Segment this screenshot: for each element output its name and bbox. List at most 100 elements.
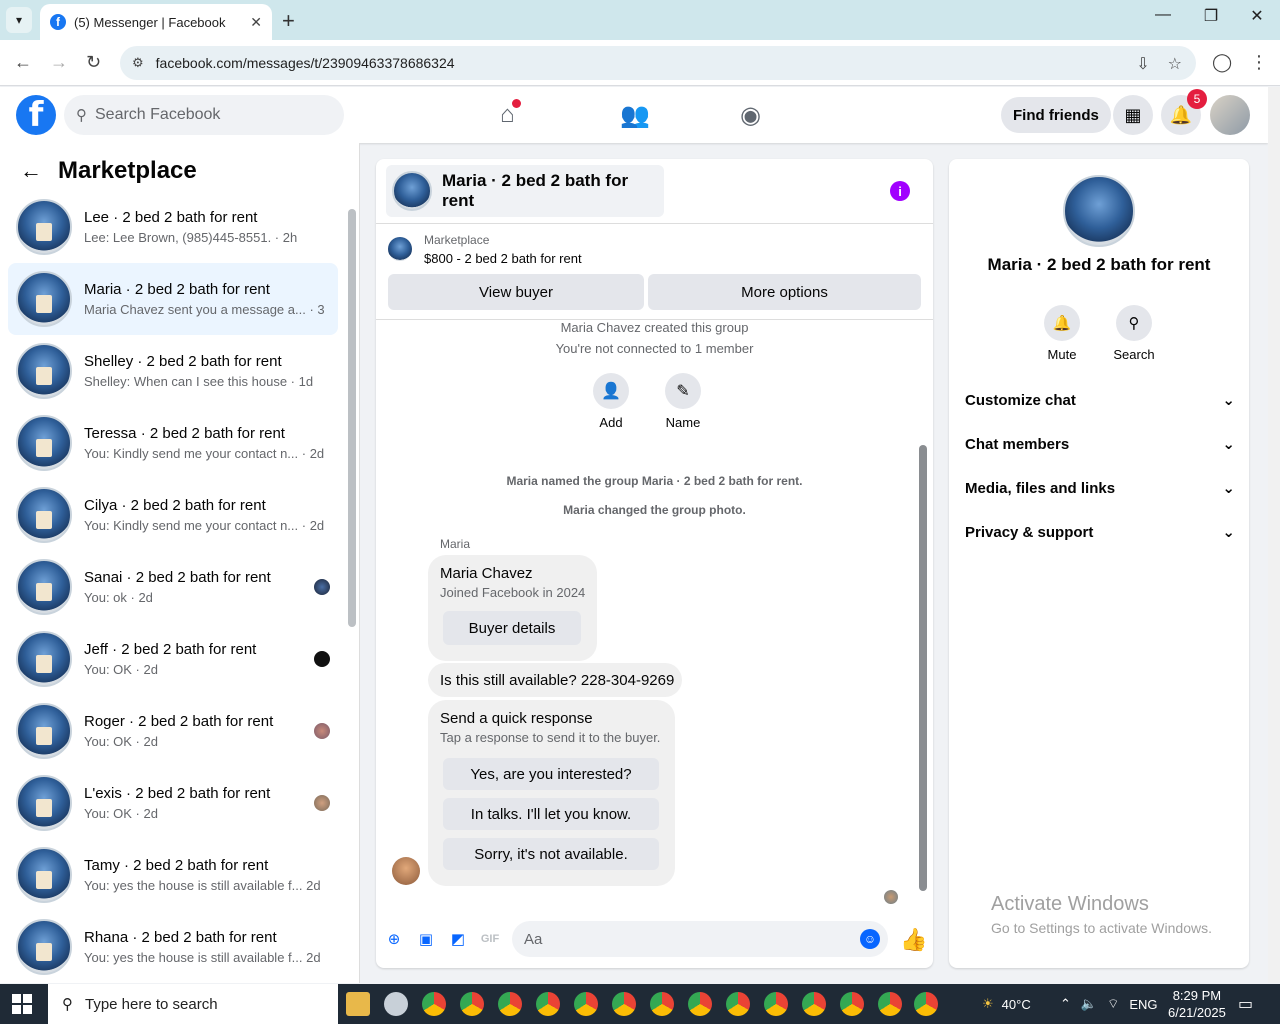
quick-response-in-talks-button[interactable]: In talks. I'll let you know.: [443, 798, 659, 830]
buyer-joined: Joined Facebook in 2024: [440, 585, 586, 600]
page-scrollbar[interactable]: [1268, 87, 1280, 983]
chat-scrollbar[interactable]: [919, 445, 927, 891]
activate-subtitle: Go to Settings to activate Windows.: [991, 920, 1212, 936]
notification-center-icon[interactable]: ▭: [1238, 984, 1253, 1024]
sticker-icon[interactable]: ◩: [448, 929, 468, 949]
conversation-item[interactable]: Teressa · 2 bed 2 bath for rent You: Kind…: [8, 407, 338, 479]
marketplace-listing-row[interactable]: Marketplace $800 - 2 bed 2 bath for rent: [388, 233, 582, 266]
add-member-action[interactable]: 👤 Add: [581, 373, 641, 430]
speaker-icon[interactable]: 🔈: [1081, 996, 1097, 1012]
chrome-icon[interactable]: [422, 992, 446, 1016]
chrome-icon[interactable]: [574, 992, 598, 1016]
bookmark-star-icon[interactable]: ☆: [1168, 54, 1182, 74]
conversation-item[interactable]: Lee · 2 bed 2 bath for rent Lee: Lee Brow…: [8, 191, 338, 263]
reload-icon[interactable]: ↻: [86, 52, 101, 73]
friends-nav-icon[interactable]: 👥: [620, 101, 650, 130]
close-window-button[interactable]: ✕: [1234, 6, 1280, 26]
conversation-item[interactable]: Shelley · 2 bed 2 bath for rent Shelley: …: [8, 335, 338, 407]
chat-list-scrollbar[interactable]: [348, 209, 356, 627]
info-icon[interactable]: i: [890, 181, 910, 201]
plus-icon[interactable]: ⊕: [384, 929, 404, 949]
media-files-links-row[interactable]: Media, files and links ⌄: [965, 479, 1235, 498]
file-explorer-icon[interactable]: [346, 992, 370, 1016]
weather-widget[interactable]: ☀ 40°C: [982, 984, 1031, 1024]
chrome-icon[interactable]: [612, 992, 636, 1016]
search-action[interactable]: ⚲ Search: [1104, 305, 1164, 362]
conversation-item[interactable]: Roger · 2 bed 2 bath for rent You: OK · 2…: [8, 695, 338, 767]
more-options-button[interactable]: More options: [648, 274, 921, 310]
thumbs-up-icon[interactable]: 👍: [900, 927, 927, 953]
groups-nav-icon[interactable]: ◉: [740, 101, 761, 130]
minimize-button[interactable]: —: [1140, 6, 1186, 24]
chat-members-row[interactable]: Chat members ⌄: [965, 435, 1235, 454]
app-icon[interactable]: [384, 992, 408, 1016]
chevron-down-icon: ⌄: [1222, 524, 1235, 541]
chrome-icon[interactable]: [764, 992, 788, 1016]
notifications-bell-icon[interactable]: 🔔 5: [1161, 89, 1207, 135]
chrome-icon[interactable]: [536, 992, 560, 1016]
chrome-icon[interactable]: [914, 992, 938, 1016]
restore-button[interactable]: ❐: [1188, 6, 1234, 26]
mute-action[interactable]: 🔔 Mute: [1032, 305, 1092, 362]
chrome-menu-icon[interactable]: ⋮: [1250, 52, 1268, 73]
tab-search-dropdown[interactable]: ▾: [6, 7, 32, 33]
chrome-icon[interactable]: [878, 992, 902, 1016]
browser-tab[interactable]: f (5) Messenger | Facebook ✕: [40, 4, 272, 40]
message-input[interactable]: Aa: [512, 921, 888, 957]
chrome-icon[interactable]: [840, 992, 864, 1016]
view-buyer-button[interactable]: View buyer: [388, 274, 644, 310]
conversation-item[interactable]: Rhana · 2 bed 2 bath for rent You: yes th…: [8, 911, 338, 983]
facebook-logo[interactable]: f: [16, 95, 56, 135]
menu-grid-icon[interactable]: ▦: [1113, 95, 1153, 135]
listing-thumbnail: [16, 343, 72, 399]
taskbar-search-input[interactable]: ⚲ Type here to search: [48, 984, 338, 1024]
group-name: Maria · 2 bed 2 bath for rent: [987, 255, 1211, 274]
conversation-name: Roger · 2 bed 2 bath for rent: [84, 713, 274, 730]
profile-icon[interactable]: ◯: [1212, 52, 1232, 73]
conversation-item[interactable]: Jeff · 2 bed 2 bath for rent You: OK · 2d: [8, 623, 338, 695]
site-info-icon[interactable]: ⚙: [132, 55, 144, 71]
chrome-icon[interactable]: [688, 992, 712, 1016]
chrome-icon[interactable]: [650, 992, 674, 1016]
find-friends-button[interactable]: Find friends: [1001, 97, 1111, 133]
listing-thumbnail: [388, 237, 412, 261]
rename-group-action[interactable]: ✎ Name: [653, 373, 713, 430]
quick-response-not-available-button[interactable]: Sorry, it's not available.: [443, 838, 659, 870]
emoji-icon[interactable]: ☺: [860, 929, 880, 949]
tab-close-icon[interactable]: ✕: [250, 14, 262, 31]
chevron-up-icon[interactable]: ⌃: [1060, 996, 1071, 1012]
clock[interactable]: 8:29 PM 6/21/2025: [1168, 984, 1226, 1024]
back-icon[interactable]: ←: [14, 52, 32, 73]
conversation-item[interactable]: Tamy · 2 bed 2 bath for rent You: yes the…: [8, 839, 338, 911]
chrome-icon[interactable]: [498, 992, 522, 1016]
account-avatar[interactable]: [1210, 95, 1250, 135]
chrome-icon[interactable]: [460, 992, 484, 1016]
install-app-icon[interactable]: ⇩: [1136, 54, 1149, 74]
privacy-support-row[interactable]: Privacy & support ⌄: [965, 523, 1235, 542]
quick-response-yes-button[interactable]: Yes, are you interested?: [443, 758, 659, 790]
omnibox[interactable]: ⚙ facebook.com/messages/t/23909463378686…: [120, 46, 1196, 80]
forward-icon[interactable]: →: [50, 52, 68, 73]
photo-icon[interactable]: ▣: [416, 929, 436, 949]
chrome-icon[interactable]: [726, 992, 750, 1016]
windows-start-icon[interactable]: [12, 994, 32, 1014]
conversation-item[interactable]: Sanai · 2 bed 2 bath for rent You: ok · 2…: [8, 551, 338, 623]
gif-icon[interactable]: GIF: [480, 929, 500, 949]
home-nav-icon[interactable]: ⌂: [500, 99, 521, 129]
conversation-item[interactable]: L'exis · 2 bed 2 bath for rent You: OK · …: [8, 767, 338, 839]
new-tab-button[interactable]: +: [282, 8, 295, 34]
chrome-icon[interactable]: [802, 992, 826, 1016]
customize-chat-row[interactable]: Customize chat ⌄: [965, 391, 1235, 410]
buyer-details-button[interactable]: Buyer details: [443, 611, 581, 645]
home-notification-dot: [511, 99, 521, 108]
facebook-search-input[interactable]: ⚲ Search Facebook: [64, 95, 344, 135]
conversation-item-active[interactable]: Maria · 2 bed 2 bath for rent Maria Chave…: [8, 263, 338, 335]
listing-thumbnail: [16, 199, 72, 255]
back-arrow-icon[interactable]: ←: [20, 158, 42, 184]
chat-header-button[interactable]: Maria · 2 bed 2 bath for rent: [386, 165, 664, 217]
search-label: Search: [1113, 347, 1155, 362]
listing-price: $800 - 2 bed 2 bath for rent: [424, 251, 582, 266]
conversation-item[interactable]: Cilya · 2 bed 2 bath for rent You: Kindly…: [8, 479, 338, 551]
network-icon[interactable]: ⌔: [1107, 996, 1119, 1012]
language-indicator[interactable]: ENG: [1129, 997, 1157, 1012]
